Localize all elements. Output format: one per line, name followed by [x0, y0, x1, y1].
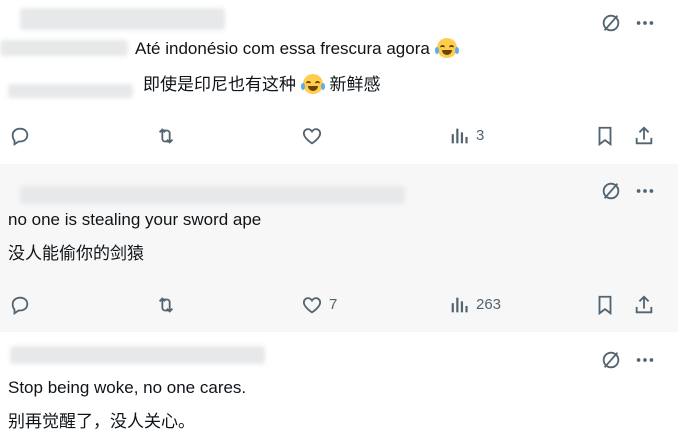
tweet-1[interactable]: Até indonésio com essa frescura agora 即使…	[0, 0, 678, 164]
share-icon[interactable]	[633, 294, 655, 316]
share-icon[interactable]	[633, 125, 655, 147]
tweet-text-original: Até indonésio com essa frescura agora	[135, 38, 459, 60]
laughing-tears-emoji	[300, 74, 325, 94]
more-dots-icon[interactable]	[634, 12, 656, 34]
views-count: 3	[476, 127, 485, 144]
redacted-user-header	[20, 8, 225, 30]
views-count: 263	[476, 296, 502, 313]
tweet-text-original: Stop being woke, no one cares.	[8, 378, 247, 397]
retweet-icon[interactable]	[155, 125, 177, 147]
retweet-icon[interactable]	[155, 294, 177, 316]
reply-icon[interactable]	[9, 294, 31, 316]
bookmark-icon[interactable]	[594, 294, 616, 316]
heart-icon[interactable]	[301, 125, 323, 147]
tweet-text-translated: 别再觉醒了，没人关心。	[8, 412, 195, 431]
scrollbar-track[interactable]	[678, 0, 698, 443]
more-dots-icon[interactable]	[634, 349, 656, 371]
mute-circle-slash-icon[interactable]	[600, 180, 622, 202]
bookmark-icon[interactable]	[594, 125, 616, 147]
like-count: 7	[329, 296, 338, 313]
mute-circle-slash-icon[interactable]	[600, 12, 622, 34]
tweet-text-translated: 即使是印尼也有这种 新鲜感	[143, 74, 381, 94]
redacted-text	[0, 40, 128, 56]
views-bar-icon[interactable]	[448, 125, 470, 147]
redacted-user-header	[20, 186, 405, 204]
more-dots-icon[interactable]	[634, 180, 656, 202]
redacted-text	[8, 84, 133, 98]
heart-icon[interactable]	[301, 294, 323, 316]
mute-circle-slash-icon[interactable]	[600, 349, 622, 371]
tweet-3[interactable]: Stop being woke, no one cares. 别再觉醒了，没人关…	[0, 332, 678, 443]
tweet-2[interactable]: no one is stealing your sword ape 没人能偷你的…	[0, 164, 678, 332]
reply-icon[interactable]	[9, 125, 31, 147]
laughing-tears-emoji	[434, 38, 459, 58]
views-bar-icon[interactable]	[448, 294, 470, 316]
tweet-text-translated: 没人能偷你的剑猿	[8, 244, 144, 263]
tweet-text-original: no one is stealing your sword ape	[8, 210, 262, 229]
redacted-user-header	[10, 346, 265, 364]
